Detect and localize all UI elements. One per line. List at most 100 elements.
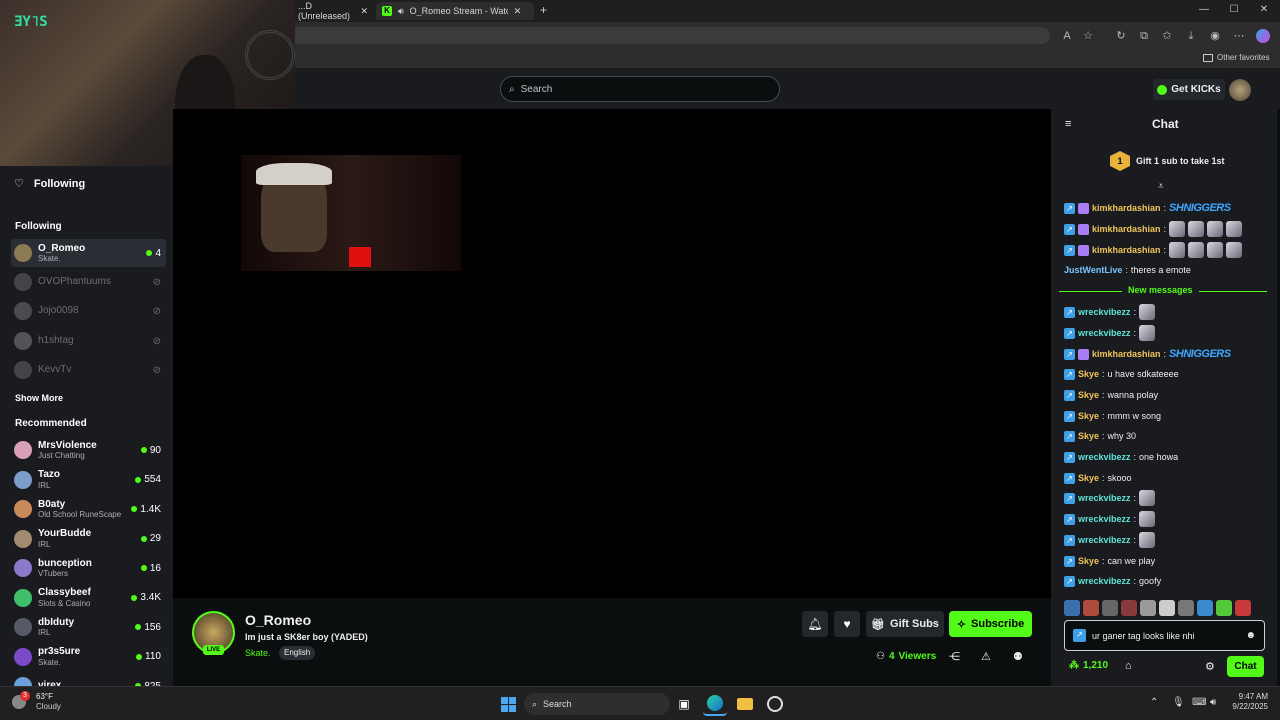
- emote-icon[interactable]: [1121, 600, 1137, 616]
- sidebar-item-kevvtv[interactable]: KevvTv ⊘: [11, 356, 166, 384]
- report-warning-icon[interactable]: ⚠: [981, 650, 991, 663]
- store-icon[interactable]: ⌂: [1125, 660, 1132, 672]
- emote-icon[interactable]: [1216, 600, 1232, 616]
- close-window-icon[interactable]: ✕: [1254, 4, 1274, 15]
- file-explorer-icon[interactable]: [733, 692, 757, 716]
- chat-username[interactable]: wreckvibezz: [1078, 328, 1131, 338]
- emote-icon[interactable]: [1140, 600, 1156, 616]
- gift-icon: 🎁︎: [871, 618, 886, 631]
- gift-leaderboard-banner[interactable]: 1 Gift 1 sub to take 1st: [1110, 151, 1225, 171]
- sidebar-item-jojo0098[interactable]: Jojo0098 ⊘: [11, 297, 166, 325]
- more-icon[interactable]: ⋯: [1232, 29, 1246, 43]
- edge-browser-icon[interactable]: [703, 692, 727, 716]
- address-bar[interactable]: [290, 27, 1050, 44]
- other-favorites[interactable]: Other favorites: [1203, 53, 1269, 62]
- chat-username[interactable]: wreckvibezz: [1078, 535, 1131, 545]
- favorites-icon[interactable]: ✩: [1160, 29, 1174, 43]
- emote-icon[interactable]: [1178, 600, 1194, 616]
- search-input[interactable]: ⌕ Search: [500, 76, 780, 102]
- show-more-link[interactable]: Show More: [15, 393, 63, 403]
- browser-tab-stream[interactable]: K 🔊︎ O_Romeo Stream - Watch Li... ✕: [376, 2, 534, 20]
- sidebar-item-b0aty[interactable]: B0aty Old School RuneScape 1.4K: [11, 495, 166, 523]
- chat-username[interactable]: Skye: [1078, 411, 1099, 421]
- task-view-icon[interactable]: ▣: [672, 692, 696, 716]
- share-icon[interactable]: ⋲: [949, 650, 960, 663]
- sidebar-item-pr3s5ure[interactable]: pr3s5ure Skate. 110: [11, 643, 166, 671]
- taskbar-search[interactable]: ⌕ Search: [524, 693, 670, 715]
- user-avatar[interactable]: [1229, 79, 1251, 101]
- download-icon[interactable]: ⤓: [1184, 29, 1198, 43]
- obs-app-icon[interactable]: [763, 692, 787, 716]
- chat-username[interactable]: wreckvibezz: [1078, 493, 1131, 503]
- follow-heart-icon[interactable]: ♥: [834, 611, 860, 637]
- emoji-picker-icon[interactable]: ☻: [1245, 630, 1264, 641]
- get-kicks-button[interactable]: Get KICKs: [1153, 79, 1225, 100]
- chat-settings-gear-icon[interactable]: ⚙: [1205, 660, 1215, 673]
- extensions-icon[interactable]: ⧉: [1137, 29, 1151, 43]
- notification-bell-icon[interactable]: 🔔︎: [802, 611, 828, 637]
- tray-chevron-icon[interactable]: ⌃: [1150, 697, 1158, 708]
- emote-icon[interactable]: [1102, 600, 1118, 616]
- gift-subs-button[interactable]: 🎁︎ Gift Subs: [866, 611, 944, 637]
- chat-username[interactable]: Skye: [1078, 556, 1099, 566]
- chat-username[interactable]: wreckvibezz: [1078, 514, 1131, 524]
- minimize-icon[interactable]: —: [1194, 4, 1214, 15]
- video-player[interactable]: [173, 109, 1051, 598]
- copilot-icon[interactable]: [1256, 29, 1270, 43]
- chat-username[interactable]: wreckvibezz: [1078, 307, 1131, 317]
- weather-widget[interactable]: 3 63°F Cloudy: [12, 690, 61, 711]
- chat-username[interactable]: Skye: [1078, 431, 1099, 441]
- profile-icon[interactable]: ◉: [1208, 29, 1222, 43]
- star-icon[interactable]: ☆: [1081, 29, 1095, 43]
- chat-colon: :: [1133, 452, 1137, 462]
- chat-username[interactable]: JustWentLive: [1064, 265, 1122, 275]
- close-tab-icon[interactable]: ✕: [514, 6, 522, 17]
- chat-username[interactable]: wreckvibezz: [1078, 576, 1131, 586]
- chat-username[interactable]: Skye: [1078, 473, 1099, 483]
- subscribe-button[interactable]: ✧ Subscribe: [949, 611, 1032, 637]
- read-aloud-icon[interactable]: A: [1060, 29, 1074, 43]
- chat-username[interactable]: kimkhardashian: [1092, 349, 1161, 359]
- volume-icon[interactable]: 🔊︎: [1210, 697, 1216, 708]
- new-tab-icon[interactable]: +: [540, 3, 547, 17]
- taskbar-clock[interactable]: 9:47 AM 9/22/2025: [1228, 692, 1268, 713]
- sidebar-item-classybeef[interactable]: Classybeef Slots & Casino 3.4K: [11, 584, 166, 612]
- stream-category-link[interactable]: Skate.: [245, 648, 271, 658]
- streamer-name[interactable]: O_Romeo: [245, 612, 311, 628]
- collapse-chat-icon[interactable]: ≡: [1065, 118, 1071, 130]
- browser-tab-music[interactable]: ...D (Unreleased) ✕: [292, 1, 374, 21]
- sidebar-item-o-romeo[interactable]: O_Romeo Skate. 4: [11, 239, 166, 267]
- windows-start-icon[interactable]: [496, 692, 520, 716]
- speaker-icon[interactable]: 🔊︎: [398, 6, 404, 17]
- sidebar-item-h1shtag[interactable]: h1shtag ⊘: [11, 327, 166, 355]
- emote-icon[interactable]: [1064, 600, 1080, 616]
- chat-username[interactable]: Skye: [1078, 390, 1099, 400]
- channel-points[interactable]: ⁂ 1,210: [1069, 660, 1108, 671]
- sidebar-item-mrsviolence[interactable]: MrsViolence Just Chatting 90: [11, 436, 166, 464]
- chat-message-input[interactable]: ↗ ur ganer tag looks like nhi ☻: [1064, 620, 1265, 651]
- maximize-icon[interactable]: ☐: [1224, 4, 1244, 15]
- emote-icon[interactable]: [1197, 600, 1213, 616]
- close-tab-icon[interactable]: ✕: [360, 6, 368, 17]
- send-chat-button[interactable]: Chat: [1227, 656, 1264, 677]
- chat-username[interactable]: Skye: [1078, 369, 1099, 379]
- emote-icon[interactable]: [1083, 600, 1099, 616]
- microphone-icon[interactable]: 🎙︎: [1172, 697, 1185, 708]
- chat-username[interactable]: kimkhardashian: [1092, 224, 1161, 234]
- pinned-expand-icon[interactable]: ⩡: [1158, 181, 1164, 192]
- emote-icon[interactable]: [1159, 600, 1175, 616]
- chat-username[interactable]: kimkhardashian: [1092, 203, 1161, 213]
- following-nav[interactable]: ♡ Following: [14, 177, 85, 191]
- sidebar-item-tazo[interactable]: Tazo IRL 554: [11, 466, 166, 494]
- chat-username[interactable]: wreckvibezz: [1078, 452, 1131, 462]
- sidebar-item-bunception[interactable]: bunception VTubers 16: [11, 554, 166, 582]
- sidebar-item-ovophantuums[interactable]: OVOPhantuums ⊘: [11, 268, 166, 296]
- network-icon[interactable]: ⌨: [1192, 697, 1206, 708]
- refresh-icon[interactable]: ↻: [1114, 29, 1128, 43]
- language-tag[interactable]: English: [279, 646, 316, 660]
- user-menu-icon[interactable]: ⚉: [1013, 650, 1023, 663]
- chat-username[interactable]: kimkhardashian: [1092, 245, 1161, 255]
- emote-icon[interactable]: [1235, 600, 1251, 616]
- sidebar-item-yourbudde[interactable]: YourBudde IRL 29: [11, 525, 166, 553]
- sidebar-item-dbiduty[interactable]: dbIduty IRL 156: [11, 613, 166, 641]
